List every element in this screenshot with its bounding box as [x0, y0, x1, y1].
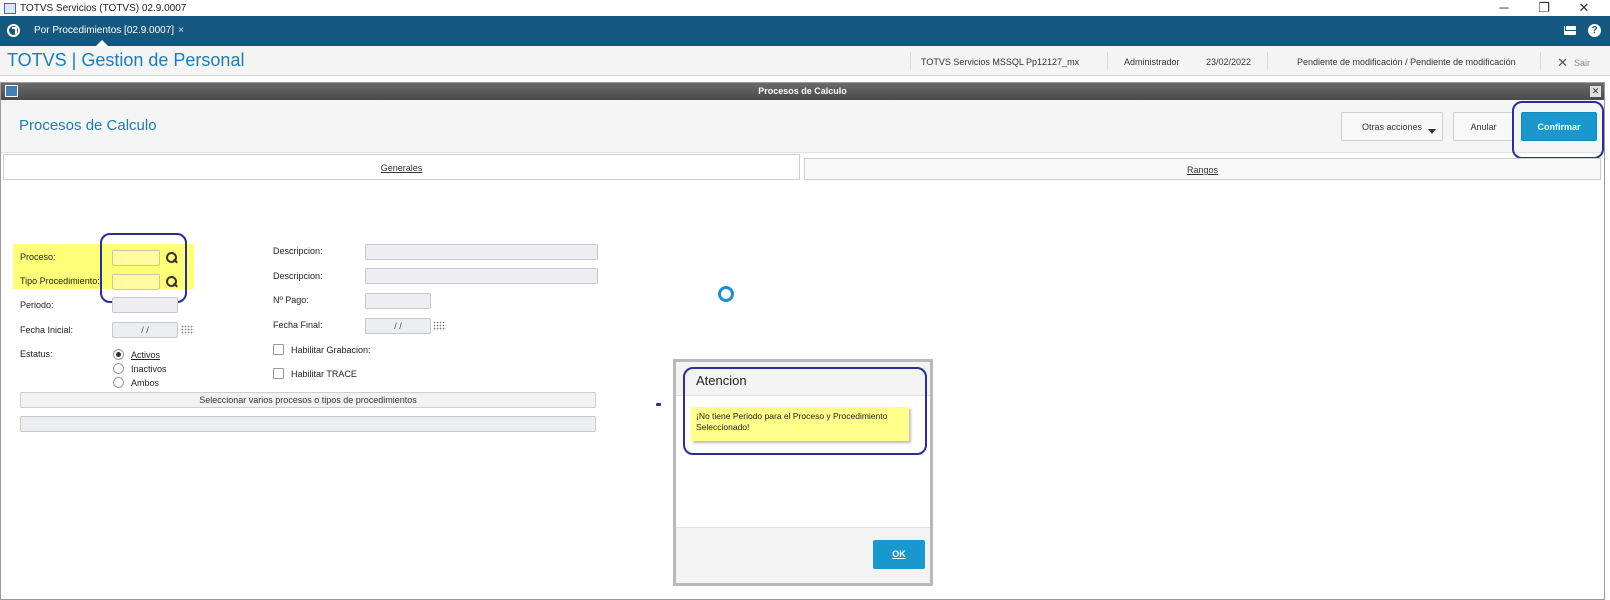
proceso-label: Proceso: [20, 252, 56, 262]
help-icon[interactable]: ? [1588, 24, 1601, 37]
calendar-icon[interactable] [181, 325, 194, 335]
restore-button[interactable]: ❐ [1524, 0, 1564, 15]
estatus-label: Estatus: [20, 349, 53, 359]
fecha-final-label: Fecha Final: [273, 320, 323, 330]
radio-ambos-label: Ambos [131, 378, 160, 388]
radio-activos[interactable] [113, 349, 124, 360]
form-tabs: Generales Rangos [3, 154, 1601, 180]
descripcion-proceso-input[interactable] [365, 244, 598, 260]
cancel-label: Anular [1470, 121, 1497, 132]
calendar-icon[interactable] [433, 321, 446, 331]
header-divider [1267, 52, 1268, 70]
user-info: Administrador [1124, 57, 1180, 67]
annotation-ring-confirm [1512, 101, 1604, 159]
page-title: Procesos de Calculo [19, 117, 157, 134]
tab-close-icon[interactable]: × [178, 25, 184, 36]
page-header: Procesos de Calculo Otras acciones Anula… [1, 100, 1604, 159]
habilitar-trace-checkbox[interactable] [273, 368, 284, 379]
exit-button[interactable]: ✕ Sair [1557, 55, 1590, 71]
window-close-button[interactable]: ✕ [1564, 0, 1604, 15]
chevron-down-icon [1428, 129, 1436, 134]
selection-summary-field [20, 416, 596, 432]
descripcion-tipo-input[interactable] [365, 268, 598, 284]
annotation-dot [656, 403, 661, 406]
dialog-window-icon [5, 85, 18, 97]
tab-label: Por Procedimientos [02.9.0007] [34, 25, 175, 36]
tipo-procedimiento-label: Tipo Procedimiento: [20, 276, 100, 286]
cancel-button[interactable]: Anular [1453, 112, 1514, 141]
header-divider [1107, 52, 1108, 70]
window-controls: ─ ❐ ✕ [1484, 0, 1604, 15]
descripcion-label: Descripcion: [273, 271, 323, 281]
select-multiple-button[interactable]: Seleccionar varios procesos o tipos de p… [20, 392, 596, 408]
search-icon[interactable] [166, 252, 178, 264]
fecha-final-input[interactable]: / / [365, 318, 431, 334]
proceso-input[interactable] [112, 250, 160, 266]
other-actions-label: Otras acciones [1361, 121, 1423, 132]
descripcion-label: Descripcion: [273, 246, 323, 256]
date-info: 23/02/2022 [1206, 57, 1252, 67]
exit-label: Sair [1573, 58, 1590, 68]
tab-rangos[interactable]: Rangos [804, 158, 1601, 180]
home-icon[interactable] [7, 24, 20, 37]
annotation-ring-alert [683, 367, 927, 455]
n-pago-input[interactable] [365, 293, 431, 309]
radio-inactivos-label: Inactivos [131, 364, 167, 374]
radio-activos-label: Activos [131, 350, 161, 360]
search-icon[interactable] [166, 276, 178, 288]
header-divider [1540, 52, 1541, 70]
dialog-close-button[interactable]: ✕ [1590, 86, 1601, 97]
attention-alert: Atencion ¡No tiene Periodo para el Proce… [673, 359, 933, 586]
n-pago-label: Nº Pago: [273, 295, 309, 305]
fecha-inicial-label: Fecha Inicial: [20, 325, 74, 335]
periodo-label: Periodo: [20, 300, 54, 310]
server-info: TOTVS Servicios MSSQL Pp12127_mx [921, 57, 1080, 67]
habilitar-trace-label: Habilitar TRACE [291, 369, 357, 379]
status-info: Pendiente de modificación / Pendiente de… [1297, 57, 1516, 67]
loading-spinner-icon [718, 286, 734, 302]
app-tabbar: Por Procedimientos [02.9.0007] × ? [0, 16, 1610, 46]
window-titlebar: TOTVS Servicios (TOTVS) 02.9.0007 ─ ❐ ✕ [0, 0, 1610, 16]
habilitar-grabacion-label: Habilitar Grabacion: [291, 345, 371, 355]
tipo-procedimiento-input[interactable] [112, 274, 160, 290]
exit-icon: ✕ [1557, 55, 1568, 70]
minimize-button[interactable]: ─ [1484, 0, 1524, 15]
tab-generales[interactable]: Generales [3, 154, 800, 180]
other-actions-button[interactable]: Otras acciones [1341, 112, 1443, 141]
radio-ambos[interactable] [113, 377, 124, 388]
fecha-inicial-input[interactable]: / / [112, 322, 178, 338]
annotation-ring-fields [100, 233, 187, 303]
periodo-input[interactable] [112, 297, 178, 313]
header-divider [910, 52, 911, 70]
tab-por-procedimientos[interactable]: Por Procedimientos [02.9.0007] × [34, 25, 184, 36]
window-title: TOTVS Servicios (TOTVS) 02.9.0007 [20, 2, 187, 14]
mail-icon[interactable] [1564, 26, 1576, 35]
dialog-title: Procesos de Calculo [758, 86, 847, 96]
dialog-titlebar: Procesos de Calculo ✕ [1, 83, 1604, 100]
ok-button[interactable]: OK [873, 540, 925, 569]
app-window-icon [4, 2, 16, 14]
brand-title: TOTVS | Gestion de Personal [7, 50, 245, 70]
habilitar-grabacion-checkbox[interactable] [273, 344, 284, 355]
app-header: TOTVS | Gestion de Personal TOTVS Servic… [0, 46, 1610, 76]
radio-inactivos[interactable] [113, 363, 124, 374]
